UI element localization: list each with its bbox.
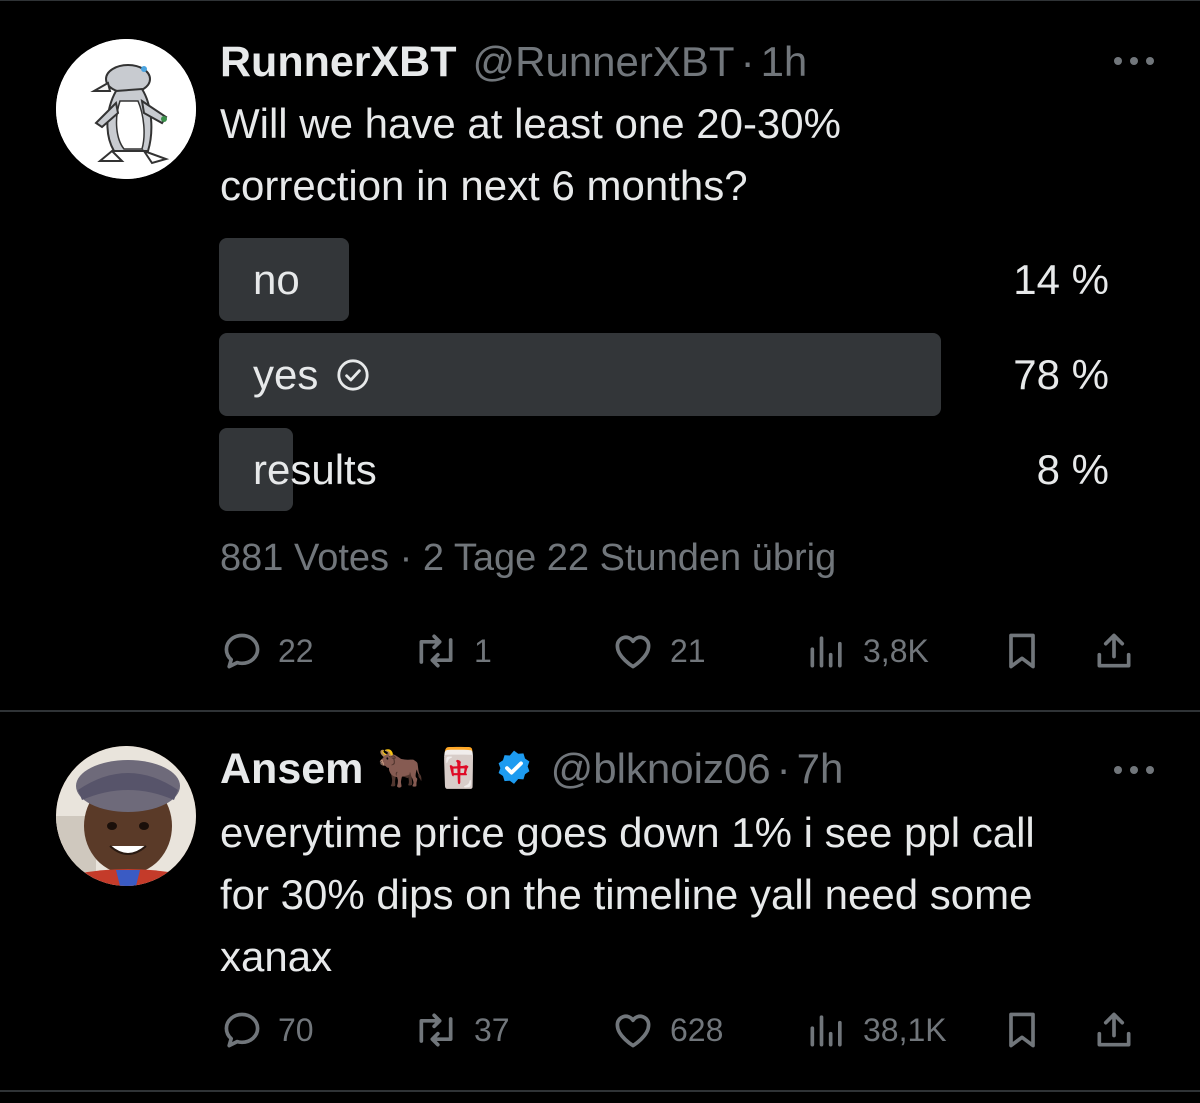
- separator-dot: ·: [740, 38, 755, 85]
- repost-icon: [419, 1013, 453, 1047]
- repost-count: 1: [474, 632, 492, 669]
- poll-option-label: no: [253, 256, 300, 303]
- check-circle-icon: [337, 358, 369, 391]
- reply-icon: [224, 1012, 260, 1048]
- emoji-badges: 🐂 🀄: [377, 748, 483, 790]
- bookmark-icon: [1009, 1012, 1035, 1048]
- reply-icon: [224, 633, 260, 669]
- repost-button[interactable]: 1: [412, 621, 492, 681]
- tweet-text: everytime price goes down 1% i see ppl c…: [220, 802, 1035, 988]
- share-button[interactable]: [1092, 621, 1136, 681]
- tweet-text-line: correction in next 6 months?: [220, 162, 748, 209]
- poll-option-results: results 8 %: [219, 428, 1109, 511]
- share-button[interactable]: [1092, 1000, 1136, 1060]
- poll-option-percent: 8 %: [1036, 446, 1109, 493]
- like-count: 628: [670, 1011, 724, 1048]
- bookmark-icon: [1009, 633, 1035, 669]
- repost-button[interactable]: 37: [412, 1000, 510, 1060]
- tweet-ansem[interactable]: Ansem 🐂 🀄 @blknoiz06 · 7h everytime pric…: [0, 710, 1200, 1092]
- separator-dot: ·: [399, 537, 413, 579]
- poll-option-label-wrap: yes: [253, 333, 370, 416]
- avatar-ansem[interactable]: [56, 746, 196, 886]
- share-icon: [1097, 1012, 1131, 1047]
- tweet-text: Will we have at least one 20-30% correct…: [220, 93, 841, 217]
- reply-count: 22: [278, 632, 314, 669]
- like-button[interactable]: 628: [610, 1000, 723, 1060]
- user-handle[interactable]: @blknoiz06: [551, 745, 771, 793]
- poll-meta: 881 Votes · 2 Tage 22 Stunden übrig: [220, 537, 836, 580]
- like-icon: [615, 1014, 651, 1048]
- penguin-avatar-image: [56, 39, 196, 179]
- bookmark-button[interactable]: [1000, 1000, 1044, 1060]
- poll-option-no: no 14 %: [219, 238, 1109, 321]
- views-icon: [810, 1015, 842, 1047]
- like-button[interactable]: 21: [610, 621, 706, 681]
- tweet-text-line: Will we have at least one 20-30%: [220, 100, 841, 147]
- views-icon: [810, 636, 842, 668]
- poll-option-label: results: [253, 446, 377, 493]
- tweet-actions: 70 37 628 38,1K: [220, 1000, 1140, 1060]
- display-name[interactable]: RunnerXBT: [220, 38, 457, 87]
- poll-option-label: yes: [253, 351, 319, 398]
- more-icon[interactable]: [1114, 51, 1154, 71]
- poll-time-left: 2 Tage 22 Stunden übrig: [422, 537, 837, 579]
- timestamp[interactable]: 7h: [797, 745, 844, 793]
- poll-option-yes: yes 78 %: [219, 333, 1109, 416]
- like-icon: [615, 635, 651, 669]
- tweet-text-line: xanax: [220, 933, 333, 980]
- tweet-text-line: for 30% dips on the timeline yall need s…: [220, 871, 1033, 918]
- views-count: 3,8K: [863, 632, 929, 669]
- avatar-runnerxbt[interactable]: [56, 39, 196, 179]
- views-count: 38,1K: [863, 1011, 947, 1048]
- tweet-text-line: everytime price goes down 1% i see ppl c…: [220, 809, 1035, 856]
- reply-button[interactable]: 70: [220, 1000, 314, 1060]
- share-icon: [1097, 633, 1131, 668]
- tweet-runnerxbt[interactable]: RunnerXBT @RunnerXBT · 1h Will we have a…: [0, 0, 1200, 710]
- bookmark-button[interactable]: [1000, 621, 1044, 681]
- user-handle[interactable]: @RunnerXBT: [473, 38, 735, 86]
- repost-count: 37: [474, 1011, 510, 1048]
- display-name[interactable]: Ansem: [220, 745, 363, 794]
- child-photo-avatar-image: [56, 746, 196, 886]
- like-count: 21: [670, 632, 706, 669]
- reply-button[interactable]: 22: [220, 621, 314, 681]
- repost-icon: [419, 634, 453, 668]
- poll-votes: 881 Votes: [220, 537, 390, 579]
- tweet-header: Ansem 🐂 🀄 @blknoiz06 · 7h: [220, 744, 843, 794]
- views-button[interactable]: 3,8K: [805, 621, 929, 681]
- tweet-header: RunnerXBT @RunnerXBT · 1h: [220, 37, 807, 87]
- reply-count: 70: [278, 1011, 314, 1048]
- tweet-actions: 22 1 21 3,8K: [220, 621, 1140, 681]
- views-button[interactable]: 38,1K: [805, 1000, 947, 1060]
- poll-option-percent: 14 %: [1013, 256, 1109, 303]
- poll-option-percent: 78 %: [1013, 351, 1109, 398]
- separator-dot: ·: [776, 745, 791, 792]
- timestamp[interactable]: 1h: [761, 38, 808, 86]
- more-icon[interactable]: [1114, 760, 1154, 780]
- verified-badge-icon[interactable]: [493, 748, 535, 790]
- divider: [0, 1090, 1200, 1092]
